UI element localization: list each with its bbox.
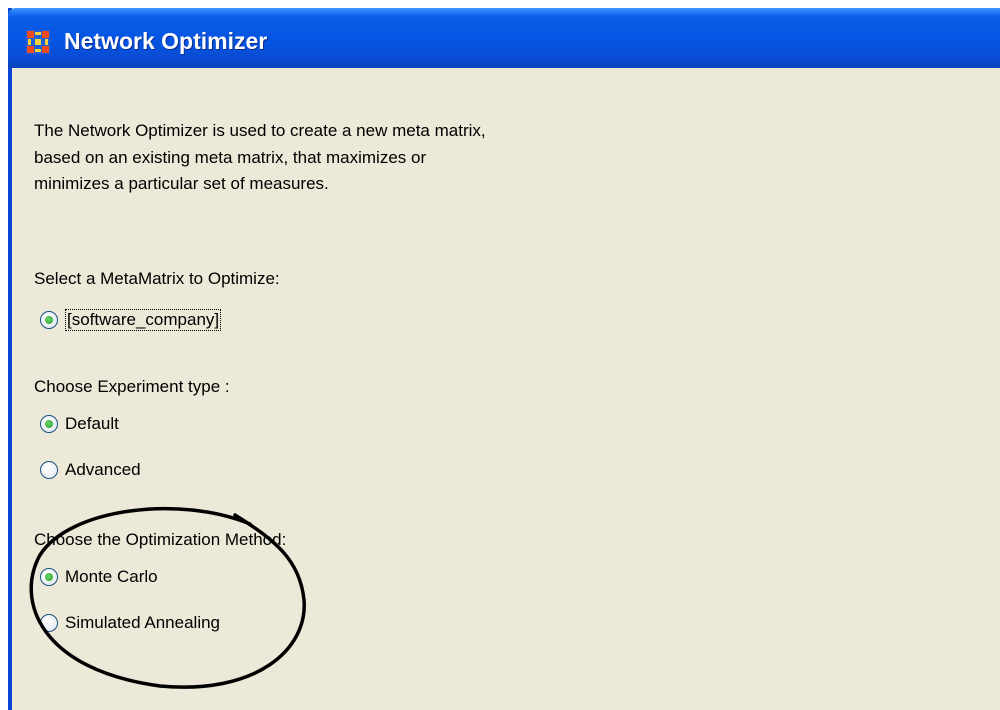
dialog-content: The Network Optimizer is used to create … xyxy=(12,68,1000,710)
intro-line-1: The Network Optimizer is used to create … xyxy=(34,121,486,140)
advanced-label[interactable]: Advanced xyxy=(65,460,141,480)
network-optimizer-window: Network Optimizer The Network Optimizer … xyxy=(8,8,1000,710)
radio-advanced[interactable]: Advanced xyxy=(40,457,141,483)
title-bar[interactable]: Network Optimizer xyxy=(8,8,1000,68)
radio-button-checked[interactable] xyxy=(40,415,58,433)
monte-carlo-label[interactable]: Monte Carlo xyxy=(65,567,158,587)
radio-button-checked[interactable] xyxy=(40,568,58,586)
radio-monte-carlo[interactable]: Monte Carlo xyxy=(40,564,158,590)
simulated-annealing-label[interactable]: Simulated Annealing xyxy=(65,613,220,633)
radio-button-unchecked[interactable] xyxy=(40,461,58,479)
radio-simulated-annealing[interactable]: Simulated Annealing xyxy=(40,610,220,636)
intro-line-3: minimizes a particular set of measures. xyxy=(34,174,329,193)
radio-button-checked[interactable] xyxy=(40,311,58,329)
default-label[interactable]: Default xyxy=(65,414,119,434)
metamatrix-label: Select a MetaMatrix to Optimize: xyxy=(34,269,280,288)
radio-button-unchecked[interactable] xyxy=(40,614,58,632)
optimization-method-label: Choose the Optimization Method: xyxy=(34,530,287,549)
window-title: Network Optimizer xyxy=(64,28,268,54)
network-grid-icon xyxy=(26,30,50,54)
intro-text: The Network Optimizer is used to create … xyxy=(34,118,486,198)
radio-default[interactable]: Default xyxy=(40,411,119,437)
experiment-type-label: Choose Experiment type : xyxy=(34,377,230,396)
radio-software-company[interactable]: [software_company] xyxy=(40,307,222,333)
intro-line-2: based on an existing meta matrix, that m… xyxy=(34,147,427,167)
software-company-label[interactable]: [software_company] xyxy=(65,309,222,331)
